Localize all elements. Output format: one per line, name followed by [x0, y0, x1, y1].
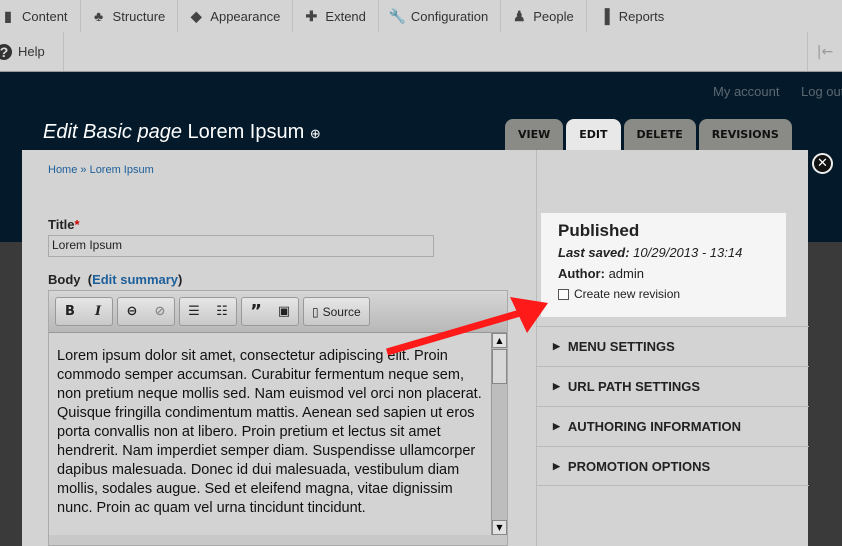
publish-status-panel: Published Last saved: 10/29/2013 - 13:14… — [541, 213, 786, 317]
toolbar-people[interactable]: ♟ People — [501, 0, 587, 32]
create-revision-checkbox[interactable]: Create new revision — [558, 287, 769, 301]
toolbar-configuration[interactable]: 🔧 Configuration — [379, 0, 502, 32]
image-icon: ▣ — [277, 304, 291, 319]
title-label: Title* — [48, 217, 80, 232]
body-editor: BI ⊖ ⊘ ☰ ☷ ” ▣ ▯ Source Lorem ipsum dolor si… — [48, 290, 508, 546]
authoring-information-section[interactable]: ▶ AUTHORING INFORMATION — [537, 406, 809, 446]
tab-view[interactable]: VIEW — [505, 119, 564, 150]
checkbox[interactable] — [558, 288, 569, 300]
close-dialog-button[interactable]: ✕ — [812, 153, 833, 174]
unlink-icon: ⊘ — [154, 304, 166, 319]
toolbar-appearance[interactable]: ◆ Appearance — [178, 0, 294, 32]
link-icon: ⊖ — [126, 304, 138, 319]
numbered-list-icon: ☷ — [216, 304, 228, 319]
expand-icon: ▶ — [553, 381, 560, 391]
people-icon: ♟ — [512, 8, 526, 24]
numbered-list-button[interactable]: ☷ — [208, 298, 236, 325]
toolbar-content[interactable]: ▮ Content — [0, 0, 81, 32]
edit-summary-link[interactable]: Edit summary — [92, 272, 178, 287]
body-textarea[interactable]: Lorem ipsum dolor sit amet, consectetur … — [49, 333, 491, 535]
page-title: Edit Basic page Lorem Ipsum ⊕ — [43, 121, 321, 143]
scroll-up-icon[interactable]: ▲ — [492, 333, 507, 348]
extend-icon: ✚ — [305, 8, 318, 24]
expand-icon: ▶ — [553, 341, 560, 351]
menu-settings-section[interactable]: ▶ MENU SETTINGS — [537, 326, 809, 366]
scroll-thumb[interactable] — [492, 349, 507, 384]
bulleted-list-icon: ☰ — [188, 304, 200, 319]
toolbar-extend[interactable]: ✚ Extend — [293, 0, 379, 32]
my-account-link[interactable]: My account — [713, 84, 779, 99]
promotion-options-section[interactable]: ▶ PROMOTION OPTIONS — [537, 446, 809, 486]
breadcrumb[interactable]: Home » Lorem Ipsum — [48, 164, 154, 176]
author: admin — [608, 266, 644, 281]
help-icon: ? — [0, 43, 12, 60]
toolbar-orientation-toggle[interactable]: |← — [807, 32, 842, 71]
reports-icon: ▐ — [599, 8, 610, 24]
unlink-button[interactable]: ⊘ — [146, 298, 174, 325]
toolbar-tray: ? Help |← — [0, 32, 842, 72]
shortcut-add-icon[interactable]: ⊕ — [310, 126, 321, 141]
expand-icon: ▶ — [553, 421, 560, 431]
title-input[interactable]: Lorem Ipsum — [48, 235, 434, 257]
link-button[interactable]: ⊖ — [118, 298, 146, 325]
toolbar-help[interactable]: ? Help — [0, 32, 64, 71]
image-button[interactable]: ▣ — [270, 298, 298, 325]
structure-icon: ♣ — [93, 8, 104, 24]
source-icon: ▯ — [312, 304, 319, 319]
url-path-settings-section[interactable]: ▶ URL PATH SETTINGS — [537, 366, 809, 406]
appearance-icon: ◆ — [190, 8, 202, 24]
edit-dialog: Home » Lorem Ipsum Title* Lorem Ipsum Bo… — [22, 150, 809, 546]
quote-icon: ” — [250, 301, 262, 322]
expand-icon: ▶ — [553, 460, 560, 471]
tab-edit[interactable]: EDIT — [566, 119, 621, 150]
content-icon: ▮ — [4, 8, 12, 24]
blockquote-button[interactable]: ” — [242, 298, 270, 325]
toolbar-reports[interactable]: ▐ Reports — [587, 0, 677, 32]
source-button[interactable]: ▯ Source — [304, 298, 369, 325]
local-tasks: VIEW EDIT DELETE REVISIONS — [505, 119, 792, 150]
close-icon: ✕ — [817, 156, 828, 171]
bold-button[interactable]: B — [56, 298, 84, 325]
tab-delete[interactable]: DELETE — [623, 119, 696, 150]
meta-sidebar: Published Last saved: 10/29/2013 - 13:14… — [536, 150, 809, 546]
log-out-link[interactable]: Log out — [801, 84, 842, 99]
scroll-down-icon[interactable]: ▼ — [492, 520, 507, 535]
italic-button[interactable]: I — [84, 298, 112, 325]
last-saved: 10/29/2013 - 13:14 — [633, 245, 743, 260]
wrench-icon: 🔧 — [388, 8, 407, 24]
collapse-icon: |← — [816, 43, 834, 60]
tab-revisions[interactable]: REVISIONS — [698, 119, 792, 150]
status: Published — [558, 221, 640, 240]
body-label: Body (Edit summary) — [48, 272, 183, 287]
editor-scrollbar[interactable]: ▲ ▼ — [491, 333, 507, 535]
bulleted-list-button[interactable]: ☰ — [180, 298, 208, 325]
editor-toolbar: BI ⊖ ⊘ ☰ ☷ ” ▣ ▯ Source — [49, 291, 507, 333]
toolbar-structure[interactable]: ♣ Structure — [81, 0, 179, 32]
admin-toolbar: ▮ Content ♣ Structure ◆ Appearance ✚ Extend … — [0, 0, 842, 32]
